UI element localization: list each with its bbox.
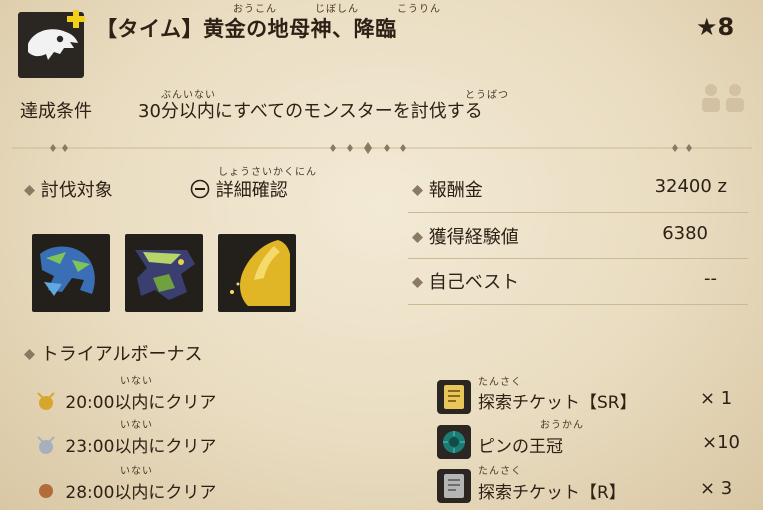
bonus-time-2: 23:00以内にクリア (65, 437, 217, 457)
title-ruby-3: こうりん (397, 4, 441, 15)
condition-text: 30分以内にすべてのモンスターを討伐する (138, 101, 483, 122)
crown-pin-icon (437, 425, 471, 459)
diamond-bullet-icon (412, 272, 423, 288)
reward-name-1: 探索チケット【SR】 (478, 393, 637, 413)
quest-rank: ★8 (696, 13, 735, 41)
targets-label: 討伐対象 (24, 176, 113, 202)
ticket-sr-icon (437, 380, 471, 414)
details-label: 詳細確認 (215, 180, 288, 201)
diamond-bullet-icon (412, 227, 423, 243)
ticket-r-icon (437, 469, 471, 503)
bonus-ruby: いない (120, 376, 153, 387)
reward-money-value: 32400 z (654, 176, 727, 197)
reward-qty-3: × 3 (700, 478, 733, 499)
divider (12, 142, 752, 154)
bonus-time-3: 28:00以内にクリア (65, 483, 217, 503)
plus-icon (66, 9, 86, 29)
reward-ruby: たんさく (478, 466, 522, 477)
stat-row: 報酬金 (412, 176, 483, 202)
reward-ruby: たんさく (478, 377, 522, 388)
targets-label-text: 討伐対象 (40, 180, 113, 201)
reward-name-3: 探索チケット【R】 (478, 483, 626, 503)
reward-qty-2: ×10 (702, 432, 740, 453)
bonus-ruby: いない (120, 420, 153, 431)
bronze-medal-icon (32, 481, 60, 506)
condition-label: 達成条件 (20, 101, 92, 122)
blue-monster-icon[interactable] (32, 234, 110, 312)
reward-qty-1: × 1 (700, 388, 733, 409)
details-button[interactable]: 詳細確認 (190, 176, 288, 204)
silver-medal-icon (32, 435, 60, 460)
bonus-time-1: 20:00以内にクリア (65, 393, 217, 413)
reward-name-2: ピンの王冠 (478, 437, 563, 457)
experience-value: 6380 (662, 223, 708, 244)
diamond-bullet-icon (24, 344, 35, 360)
reward-money-label: 報酬金 (428, 180, 483, 201)
bonus-row: 28:00以内にクリア (32, 478, 216, 506)
golden-monster-icon[interactable] (218, 234, 296, 312)
diamond-bullet-icon (412, 180, 423, 196)
personal-best-value: -- (704, 268, 717, 289)
stat-row: 自己ベスト (412, 268, 519, 294)
trial-bonus-text: トライアルボーナス (40, 344, 203, 365)
quest-title: 【タイム】黄金の地母神、降臨 (96, 17, 397, 41)
bonus-row: 23:00以内にクリア (32, 432, 216, 460)
diamond-bullet-icon (24, 180, 35, 196)
two-player-icon (700, 82, 748, 118)
green-monster-icon[interactable] (125, 234, 203, 312)
bonus-row: 20:00以内にクリア (32, 388, 216, 416)
minus-circle-icon (190, 179, 210, 204)
bonus-ruby: いない (120, 466, 153, 477)
experience-label: 獲得経験値 (428, 227, 519, 248)
personal-best-label: 自己ベスト (428, 272, 520, 293)
stat-row: 獲得経験値 (412, 223, 519, 249)
reward-ruby: おうかん (540, 420, 584, 431)
trial-bonus-label: トライアルボーナス (24, 340, 203, 366)
gold-medal-icon (32, 391, 60, 416)
